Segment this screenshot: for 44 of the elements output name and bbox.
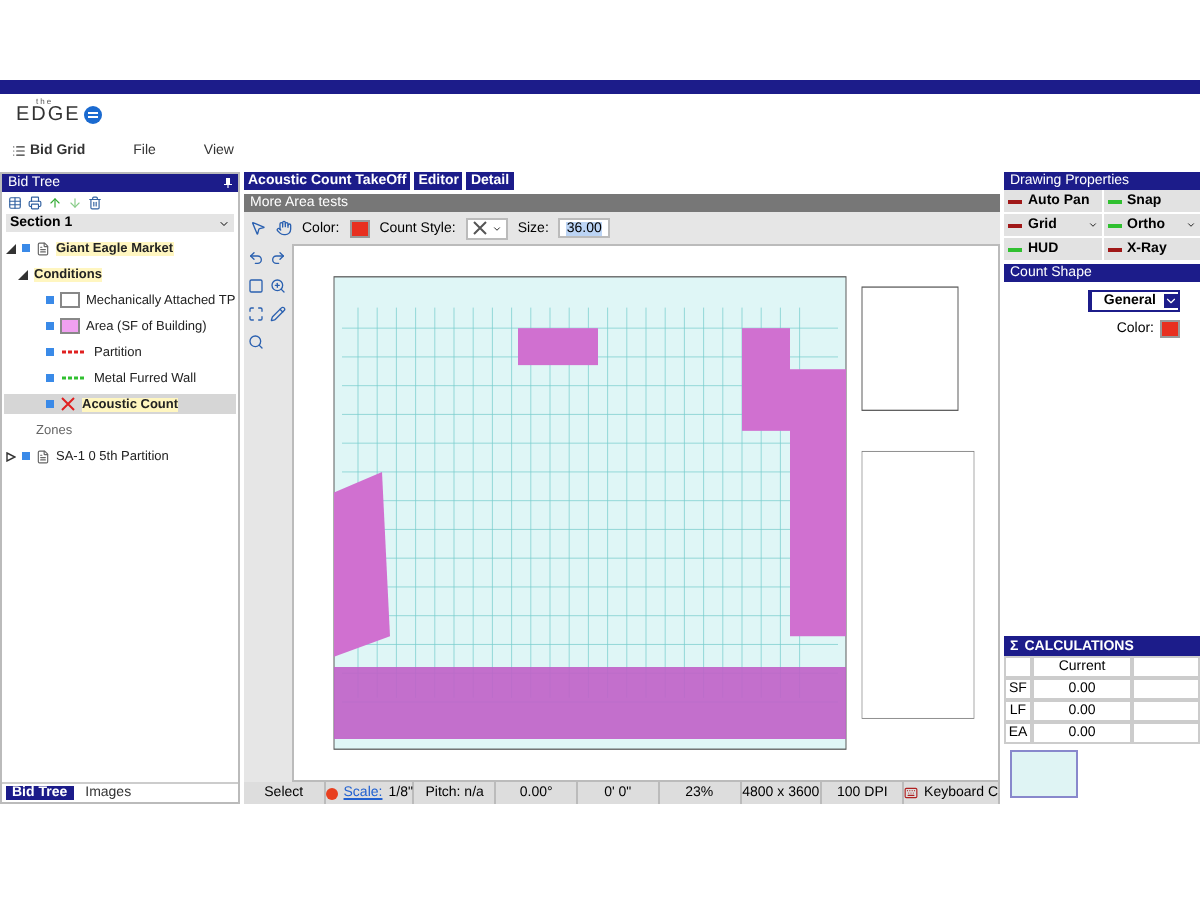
- caret-icon[interactable]: [1186, 220, 1196, 230]
- caret-icon: [218, 217, 230, 229]
- count-style-dropdown[interactable]: [465, 217, 508, 239]
- logo-mark-icon: [84, 105, 103, 123]
- caret-icon: [1164, 294, 1178, 308]
- table-icon[interactable]: [8, 196, 22, 210]
- expand-icon[interactable]: [248, 306, 264, 322]
- table-cell: [1004, 656, 1032, 678]
- collapse-arrow-icon[interactable]: [6, 243, 16, 253]
- expand-arrow-icon[interactable]: [6, 451, 16, 461]
- arrow-up-icon[interactable]: [48, 196, 62, 210]
- plan-thumbnail[interactable]: [1010, 750, 1078, 798]
- pin-icon[interactable]: [224, 178, 232, 188]
- checkbox[interactable]: [22, 244, 30, 252]
- redo-icon[interactable]: [270, 250, 286, 266]
- collapse-arrow-icon[interactable]: [18, 269, 28, 279]
- keyboard-icon: [904, 786, 919, 800]
- checkbox[interactable]: [46, 374, 54, 382]
- checkbox[interactable]: [22, 452, 30, 460]
- pencil-icon[interactable]: [270, 306, 286, 322]
- checkbox[interactable]: [46, 348, 54, 356]
- printer-icon[interactable]: [28, 196, 42, 210]
- document-icon: [36, 241, 50, 255]
- trash-icon[interactable]: [88, 196, 102, 210]
- table-cell: [1132, 722, 1200, 744]
- table-cell: [1132, 656, 1200, 678]
- checkbox[interactable]: [46, 322, 54, 330]
- pointer-icon[interactable]: [250, 220, 266, 236]
- hand-icon[interactable]: [276, 220, 292, 236]
- caret-icon: [491, 223, 502, 233]
- list-icon: [12, 143, 26, 157]
- table-cell: [1132, 700, 1200, 722]
- color-swatch[interactable]: [1160, 319, 1180, 337]
- checkbox[interactable]: [46, 400, 54, 408]
- zoom-in-icon[interactable]: [270, 278, 286, 294]
- search-icon[interactable]: [248, 334, 264, 350]
- document-icon: [36, 449, 50, 463]
- square-icon[interactable]: [248, 278, 264, 294]
- caret-icon[interactable]: [1087, 220, 1097, 230]
- checkbox[interactable]: [46, 296, 54, 304]
- undo-icon[interactable]: [248, 250, 264, 266]
- x-mark-icon: [471, 220, 488, 236]
- color-swatch[interactable]: [349, 219, 370, 237]
- table-cell: [1132, 678, 1200, 700]
